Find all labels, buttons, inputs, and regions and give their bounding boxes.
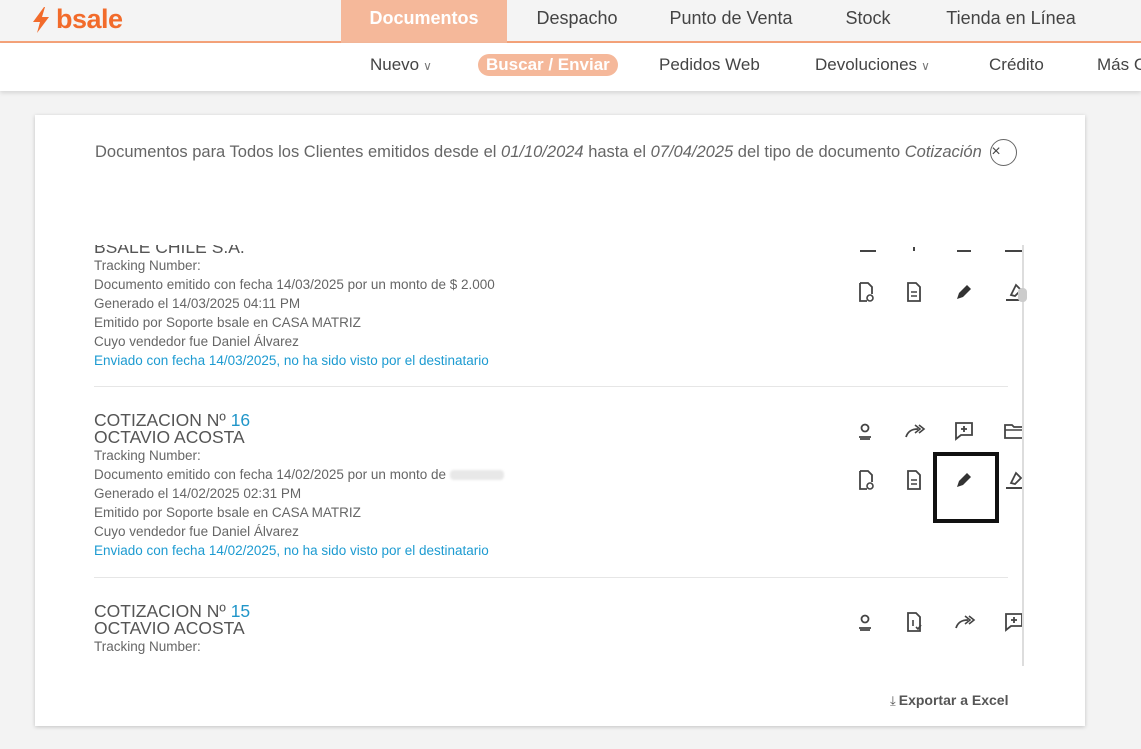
pdf-link-icon[interactable] [854, 280, 878, 304]
divider [94, 386, 1008, 387]
user-icon[interactable] [853, 419, 877, 443]
eraser-icon[interactable] [1002, 468, 1024, 492]
document-icon[interactable] [902, 468, 926, 492]
pencil-icon[interactable] [952, 280, 976, 304]
forward-icon[interactable] [902, 419, 926, 443]
pdf-link-icon[interactable] [854, 468, 878, 492]
folder-icon[interactable] [1002, 245, 1024, 255]
main-tabs: Documentos Despacho Punto de Venta Stock… [341, 0, 1101, 43]
list-scrollbar[interactable] [1022, 245, 1024, 666]
download-icon: ⤓ [890, 693, 896, 708]
hidden-amount [449, 470, 504, 481]
user-icon[interactable] [856, 245, 880, 255]
chevron-down-icon: ∨ [423, 59, 432, 73]
subnav-buscar-enviar[interactable]: Buscar / Enviar [478, 54, 618, 76]
brand-name: bsale [56, 4, 123, 34]
forward-icon[interactable] [902, 245, 926, 255]
subnav-nuevo[interactable]: Nuevo ∨ [370, 55, 432, 75]
divider [94, 577, 1008, 578]
scroll-thumb[interactable] [1018, 288, 1027, 302]
highlight-box [933, 452, 999, 523]
add-comment-icon[interactable] [1002, 610, 1024, 634]
subnav-credito[interactable]: Crédito [989, 55, 1044, 75]
tab-documentos[interactable]: Documentos [341, 0, 507, 43]
export-excel-button[interactable]: ⤓ Exportar a Excel [890, 692, 1008, 709]
bolt-icon [33, 6, 49, 33]
user-icon[interactable] [853, 610, 877, 634]
tab-stock[interactable]: Stock [815, 0, 921, 43]
doc-type: Cotización [904, 143, 982, 161]
clear-filter-button[interactable]: × [990, 139, 1018, 167]
forward-icon[interactable] [952, 610, 976, 634]
add-comment-icon[interactable] [952, 419, 976, 443]
tab-despacho[interactable]: Despacho [507, 0, 647, 43]
documents-list: BSALE CHILE S.A. Tracking Number: Docume… [94, 245, 1024, 666]
brand-logo[interactable]: bsale [30, 4, 123, 35]
documents-card: Documentos para Todos los Clientes emiti… [35, 115, 1085, 726]
date-to: 07/04/2025 [650, 143, 734, 161]
sub-nav: Nuevo ∨ Buscar / Enviar Pedidos Web Devol… [0, 43, 1141, 91]
filter-summary: Documentos para Todos los Clientes emiti… [95, 138, 1027, 167]
top-bar: bsale Documentos Despacho Punto de Venta… [0, 0, 1141, 43]
folder-icon[interactable] [1002, 419, 1024, 443]
subnav-devoluciones[interactable]: Devoluciones ∨ [815, 55, 930, 75]
document-icon[interactable] [902, 280, 926, 304]
subnav-pedidos-web[interactable]: Pedidos Web [659, 55, 760, 75]
list-item: BSALE CHILE S.A. Tracking Number: Docume… [94, 245, 1008, 370]
add-comment-icon[interactable] [952, 245, 976, 255]
subnav-mas[interactable]: Más C [1097, 55, 1141, 75]
sent-status[interactable]: Enviado con fecha 14/03/2025, no ha sido… [94, 351, 1008, 370]
tab-tienda-en-linea[interactable]: Tienda en Línea [921, 0, 1101, 43]
date-from: 01/10/2024 [501, 143, 584, 161]
chevron-down-icon: ∨ [921, 59, 930, 73]
tab-punto-de-venta[interactable]: Punto de Venta [647, 0, 815, 43]
invoice-icon[interactable] [902, 610, 926, 634]
sent-status[interactable]: Enviado con fecha 14/02/2025, no ha sido… [94, 541, 1008, 560]
